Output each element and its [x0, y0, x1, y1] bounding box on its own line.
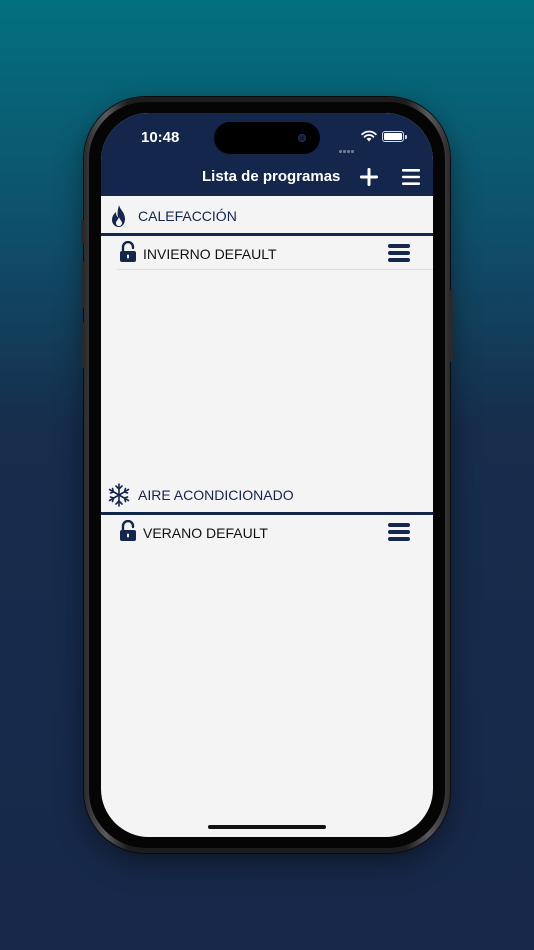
plus-icon[interactable] [359, 167, 379, 187]
status-time: 10:48 [141, 129, 180, 146]
phone-volume-down-button [81, 322, 85, 368]
hamburger-menu-icon[interactable] [401, 168, 421, 186]
battery-icon [382, 131, 407, 142]
camera-lens [298, 134, 306, 142]
status-bar: 10:48 [101, 113, 433, 167]
wifi-icon [361, 130, 377, 142]
flame-icon [112, 205, 125, 227]
program-row-invierno[interactable]: INVIERNO DEFAULT [117, 236, 433, 270]
section-title-heating: CALEFACCIÓN [138, 208, 237, 224]
cellular-signal-icon [339, 140, 355, 153]
phone-screen: 10:48 Lista de programas CALEFACCIÓN INV… [101, 113, 433, 837]
phone-side-button [81, 220, 85, 244]
row-menu-icon[interactable] [387, 243, 411, 263]
section-header-heating: CALEFACCIÓN [101, 196, 433, 236]
snowflake-icon [108, 483, 130, 507]
dynamic-island [214, 122, 320, 154]
program-row-verano[interactable]: VERANO DEFAULT [117, 515, 433, 549]
navigation-bar: Lista de programas [101, 167, 433, 196]
program-label: VERANO DEFAULT [143, 525, 268, 541]
phone-volume-up-button [81, 262, 85, 308]
unlocked-padlock-icon [120, 241, 136, 262]
row-menu-icon[interactable] [387, 522, 411, 542]
phone-power-button [449, 290, 453, 362]
home-indicator[interactable] [208, 825, 326, 829]
program-label: INVIERNO DEFAULT [143, 246, 277, 262]
section-title-air-conditioning: AIRE ACONDICIONADO [138, 487, 294, 503]
page-title: Lista de programas [202, 168, 341, 185]
section-header-air-conditioning: AIRE ACONDICIONADO [101, 475, 433, 515]
unlocked-padlock-icon [120, 520, 136, 541]
